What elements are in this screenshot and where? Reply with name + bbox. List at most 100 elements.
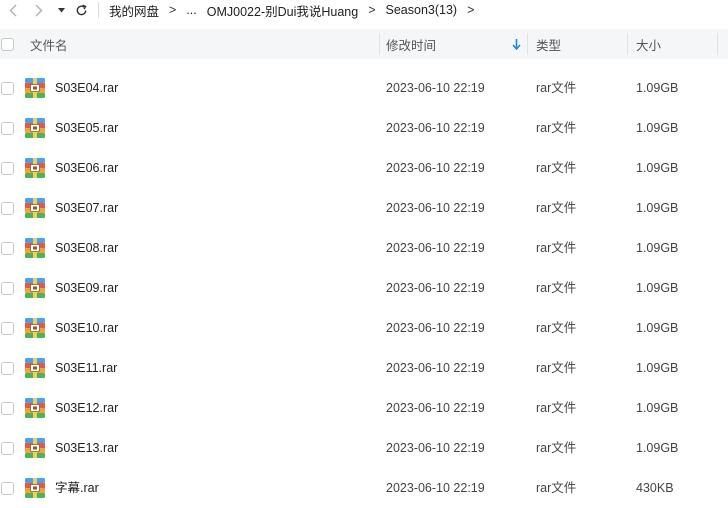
file-modified-time: 2023-06-10 22:19 (386, 161, 485, 175)
column-divider[interactable] (379, 33, 380, 55)
column-header-modified[interactable]: 修改时间 (386, 29, 436, 59)
file-row[interactable]: S03E06.rar 2023-06-10 22:19 rar文件 1.09GB (0, 148, 728, 188)
file-row[interactable]: S03E07.rar 2023-06-10 22:19 rar文件 1.09GB (0, 188, 728, 228)
file-size: 1.09GB (636, 81, 679, 95)
file-type: rar文件 (536, 81, 577, 95)
rar-archive-icon (25, 78, 45, 98)
rar-archive-icon (25, 238, 45, 258)
file-size: 1.09GB (636, 161, 679, 175)
file-row[interactable]: 字幕.rar 2023-06-10 22:19 rar文件 430KB (0, 468, 728, 508)
column-header-name[interactable]: 文件名 (30, 29, 68, 59)
rar-archive-icon (25, 118, 45, 138)
file-name[interactable]: S03E11.rar (55, 348, 117, 388)
column-divider[interactable] (627, 33, 628, 55)
file-size: 1.09GB (636, 281, 679, 295)
arrow-right-icon[interactable] (28, 0, 50, 20)
file-row[interactable]: S03E10.rar 2023-06-10 22:19 rar文件 1.09GB (0, 308, 728, 348)
file-size: 1.09GB (636, 441, 679, 455)
row-checkbox[interactable] (1, 242, 14, 255)
row-checkbox[interactable] (1, 282, 14, 295)
file-type: rar文件 (536, 121, 577, 135)
file-type: rar文件 (536, 441, 577, 455)
file-size: 1.09GB (636, 401, 679, 415)
breadcrumb-item-folder[interactable]: OMJ0022-别Dui我说Huang (207, 1, 358, 20)
file-type: rar文件 (536, 401, 577, 415)
breadcrumb-item-root[interactable]: 我的网盘 (109, 1, 159, 20)
file-list-header: 文件名 修改时间 类型 大小 (0, 29, 728, 59)
breadcrumb-item-ellipsis[interactable]: ... (186, 3, 196, 17)
toolbar-divider (98, 2, 99, 18)
file-name[interactable]: S03E10.rar (55, 308, 118, 348)
breadcrumb-separator: > (467, 3, 475, 17)
file-row[interactable]: S03E05.rar 2023-06-10 22:19 rar文件 1.09GB (0, 108, 728, 148)
file-list: S03E04.rar 2023-06-10 22:19 rar文件 1.09GB… (0, 68, 728, 508)
row-checkbox[interactable] (1, 82, 14, 95)
file-size: 430KB (636, 481, 674, 495)
file-row[interactable]: S03E12.rar 2023-06-10 22:19 rar文件 1.09GB (0, 388, 728, 428)
column-divider[interactable] (717, 33, 718, 55)
file-name[interactable]: 字幕.rar (55, 468, 99, 508)
file-row[interactable]: S03E11.rar 2023-06-10 22:19 rar文件 1.09GB (0, 348, 728, 388)
row-checkbox[interactable] (1, 482, 14, 495)
file-modified-time: 2023-06-10 22:19 (386, 241, 485, 255)
file-modified-time: 2023-06-10 22:19 (386, 441, 485, 455)
file-size: 1.09GB (636, 321, 679, 335)
rar-archive-icon (25, 398, 45, 418)
file-row[interactable]: S03E08.rar 2023-06-10 22:19 rar文件 1.09GB (0, 228, 728, 268)
column-header-type[interactable]: 类型 (536, 29, 561, 59)
file-modified-time: 2023-06-10 22:19 (386, 361, 485, 375)
file-modified-time: 2023-06-10 22:19 (386, 81, 485, 95)
rar-archive-icon (25, 318, 45, 338)
file-name[interactable]: S03E08.rar (55, 228, 118, 268)
file-type: rar文件 (536, 361, 577, 375)
file-type: rar文件 (536, 481, 577, 495)
file-size: 1.09GB (636, 361, 679, 375)
breadcrumb-separator: > (368, 3, 376, 17)
file-type: rar文件 (536, 281, 577, 295)
row-checkbox[interactable] (1, 442, 14, 455)
sort-descending-icon[interactable] (512, 29, 521, 59)
file-name[interactable]: S03E13.rar (55, 428, 118, 468)
file-modified-time: 2023-06-10 22:19 (386, 481, 485, 495)
file-row[interactable]: S03E13.rar 2023-06-10 22:19 rar文件 1.09GB (0, 428, 728, 468)
file-type: rar文件 (536, 161, 577, 175)
breadcrumb-separator: > (169, 3, 177, 17)
file-modified-time: 2023-06-10 22:19 (386, 121, 485, 135)
file-modified-time: 2023-06-10 22:19 (386, 281, 485, 295)
arrow-left-icon[interactable] (2, 0, 24, 20)
breadcrumb-item-current[interactable]: Season3(13) (386, 3, 458, 17)
column-header-size[interactable]: 大小 (636, 29, 661, 59)
file-name[interactable]: S03E09.rar (55, 268, 118, 308)
row-checkbox[interactable] (1, 162, 14, 175)
file-modified-time: 2023-06-10 22:19 (386, 321, 485, 335)
file-row[interactable]: S03E04.rar 2023-06-10 22:19 rar文件 1.09GB (0, 68, 728, 108)
refresh-icon[interactable] (70, 0, 92, 20)
file-modified-time: 2023-06-10 22:19 (386, 201, 485, 215)
rar-archive-icon (25, 158, 45, 178)
rar-archive-icon (25, 358, 45, 378)
row-checkbox[interactable] (1, 322, 14, 335)
file-type: rar文件 (536, 241, 577, 255)
rar-archive-icon (25, 438, 45, 458)
file-row[interactable]: S03E09.rar 2023-06-10 22:19 rar文件 1.09GB (0, 268, 728, 308)
breadcrumb: 我的网盘 > ... OMJ0022-别Dui我说Huang > Season3… (109, 1, 484, 20)
caret-down-icon[interactable] (54, 0, 68, 20)
file-name[interactable]: S03E05.rar (55, 108, 118, 148)
file-size: 1.09GB (636, 241, 679, 255)
file-size: 1.09GB (636, 121, 679, 135)
file-name[interactable]: S03E04.rar (55, 68, 118, 108)
file-type: rar文件 (536, 321, 577, 335)
select-all-checkbox[interactable] (1, 29, 14, 59)
row-checkbox[interactable] (1, 122, 14, 135)
navigation-bar: 我的网盘 > ... OMJ0022-别Dui我说Huang > Season3… (0, 0, 728, 20)
row-checkbox[interactable] (1, 362, 14, 375)
file-size: 1.09GB (636, 201, 679, 215)
file-modified-time: 2023-06-10 22:19 (386, 401, 485, 415)
row-checkbox[interactable] (1, 402, 14, 415)
file-name[interactable]: S03E12.rar (55, 388, 118, 428)
file-name[interactable]: S03E07.rar (55, 188, 118, 228)
column-divider[interactable] (527, 33, 528, 55)
rar-archive-icon (25, 478, 45, 498)
row-checkbox[interactable] (1, 202, 14, 215)
file-name[interactable]: S03E06.rar (55, 148, 118, 188)
